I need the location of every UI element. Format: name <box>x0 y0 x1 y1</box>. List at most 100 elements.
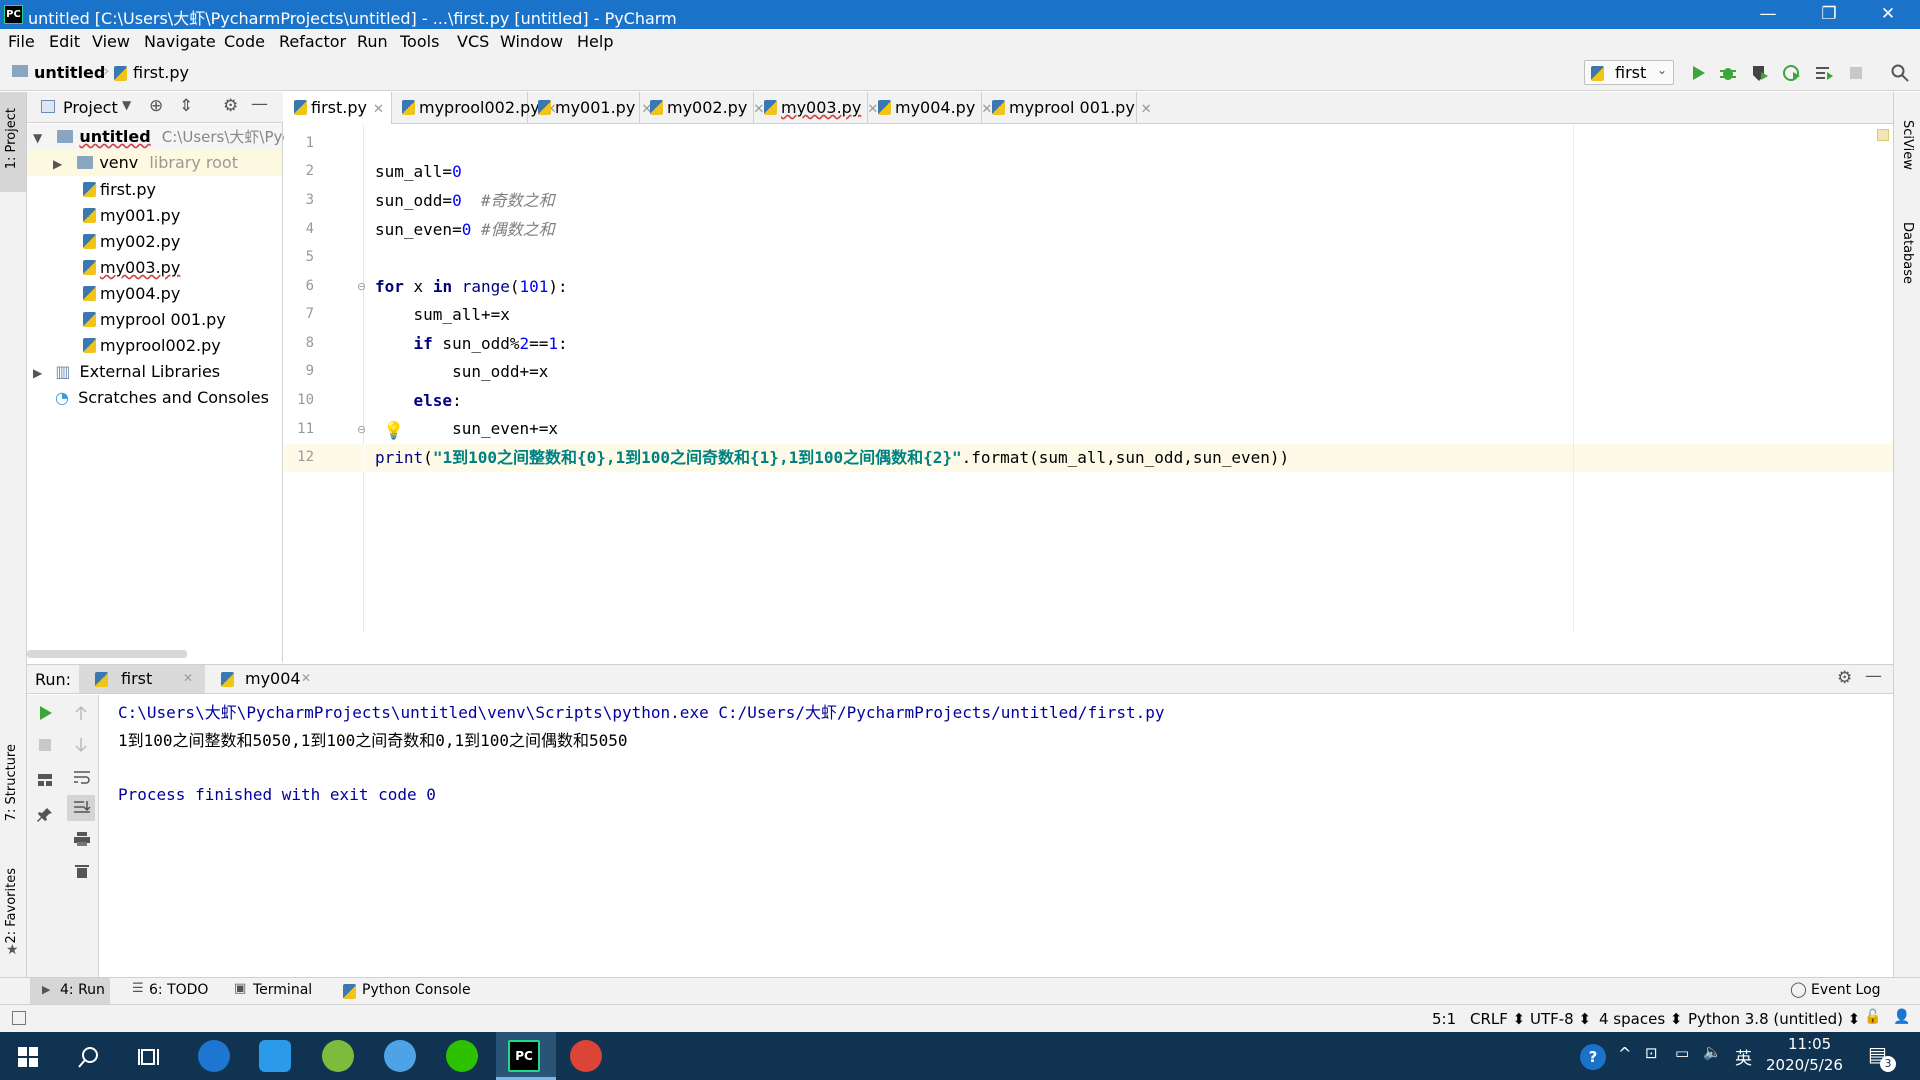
run-tab-first[interactable]: first ✕ <box>79 665 205 693</box>
soft-wrap-icon[interactable] <box>73 769 91 785</box>
run-tab-my004[interactable]: my004 ✕ <box>205 665 335 693</box>
concurrency-icon[interactable] <box>1815 64 1833 82</box>
tree-file[interactable]: my002.py <box>83 229 180 255</box>
menu-run[interactable]: Run <box>357 32 388 51</box>
rerun-icon[interactable] <box>37 705 53 721</box>
help-icon[interactable]: ? <box>1580 1044 1606 1070</box>
tool-tab-project[interactable]: 1: Project <box>4 108 19 169</box>
chevron-down-icon[interactable]: ▼ <box>122 98 131 112</box>
menu-file[interactable]: File <box>8 32 35 51</box>
breadcrumb-file[interactable]: first.py <box>133 63 189 82</box>
arrow-down-icon[interactable] <box>73 737 89 753</box>
collapse-all-icon[interactable]: ⇕ <box>179 96 193 116</box>
hide-panel-icon[interactable]: — <box>1865 666 1882 686</box>
python-interpreter[interactable]: Python 3.8 (untitled) ⬍ <box>1688 1010 1860 1028</box>
battery-icon[interactable]: ▭ <box>1675 1044 1689 1062</box>
close-icon[interactable]: ✕ <box>301 671 311 685</box>
stop-icon[interactable] <box>39 739 51 751</box>
close-icon[interactable]: ✕ <box>373 102 384 117</box>
chevron-up-icon[interactable]: ^ <box>1618 1044 1631 1063</box>
file-encoding[interactable]: UTF-8 ⬍ <box>1530 1010 1591 1028</box>
tree-file[interactable]: first.py <box>83 177 156 203</box>
tool-tab-favorites[interactable]: 2: Favorites <box>4 868 19 944</box>
menu-vcs[interactable]: VCS <box>457 32 489 51</box>
tab-first-py[interactable]: first.py ✕ <box>284 92 392 124</box>
indent-setting[interactable]: 4 spaces ⬍ <box>1599 1010 1682 1028</box>
event-log-button[interactable]: Event Log <box>1811 982 1881 998</box>
tool-button-run[interactable]: 4: Run <box>60 982 105 998</box>
menu-code[interactable]: Code <box>224 32 265 51</box>
tool-button-todo[interactable]: 6: TODO <box>149 982 208 998</box>
inspection-status-icon[interactable] <box>1877 129 1889 141</box>
lock-icon[interactable]: 🔓 <box>1864 1009 1881 1025</box>
search-icon[interactable] <box>1891 64 1909 82</box>
breadcrumb-project[interactable]: untitled <box>34 63 105 82</box>
tree-file[interactable]: my004.py <box>83 281 180 307</box>
tool-window-toggle-icon[interactable] <box>12 1011 26 1025</box>
clock-time[interactable]: 11:05 <box>1788 1035 1831 1053</box>
line-separator[interactable]: CRLF ⬍ <box>1470 1010 1525 1028</box>
tab-myprool-001-py[interactable]: myprool 001.py ✕ <box>982 92 1152 124</box>
tool-tab-sciview[interactable]: SciView <box>1900 120 1915 170</box>
run-config-select[interactable]: first ⌄ <box>1584 60 1674 85</box>
close-icon[interactable]: ✕ <box>183 671 193 685</box>
tree-root[interactable]: ▼ untitled C:\Users\大虾\Pycharm <box>27 124 330 150</box>
maximize-button[interactable]: ❐ <box>1800 0 1858 29</box>
menu-tools[interactable]: Tools <box>400 32 439 51</box>
coverage-icon[interactable] <box>1751 64 1769 82</box>
tab-my001-py[interactable]: my001.py ✕ <box>528 92 652 124</box>
menu-navigate[interactable]: Navigate <box>144 32 216 51</box>
tool-button-python-console[interactable]: Python Console <box>362 982 471 998</box>
wechat-icon[interactable] <box>446 1040 478 1072</box>
print-icon[interactable] <box>73 831 91 847</box>
arrow-up-icon[interactable] <box>73 705 89 721</box>
close-button[interactable]: ✕ <box>1859 0 1917 29</box>
tool-tab-database[interactable]: Database <box>1900 222 1915 284</box>
volume-icon[interactable]: 🔈 <box>1703 1043 1722 1061</box>
tool-tab-structure[interactable]: 7: Structure <box>4 744 19 821</box>
hide-panel-icon[interactable]: — <box>251 94 268 114</box>
caret-position[interactable]: 5:1 <box>1432 1010 1456 1028</box>
debug-icon[interactable] <box>1719 64 1737 82</box>
menu-window[interactable]: Window <box>500 32 563 51</box>
code-editor-app-icon[interactable] <box>322 1040 354 1072</box>
tab-myprool002-py[interactable]: myprool002.py ✕ <box>392 92 557 124</box>
tab-my004-py[interactable]: my004.py ✕ <box>868 92 992 124</box>
tree-external-libraries[interactable]: ▶ ▥ External Libraries <box>27 359 220 385</box>
tree-file[interactable]: myprool002.py <box>83 333 221 359</box>
search-icon[interactable] <box>78 1046 100 1068</box>
ime-indicator[interactable]: 英 <box>1735 1044 1752 1069</box>
paint-app-icon[interactable] <box>384 1040 416 1072</box>
scroll-to-end-icon[interactable] <box>73 799 91 817</box>
minimize-button[interactable]: — <box>1739 0 1797 29</box>
run-console[interactable]: C:\Users\大虾\PycharmProjects\untitled\ven… <box>100 695 1893 977</box>
locate-icon[interactable]: ⊕ <box>149 96 163 116</box>
inspector-icon[interactable]: 👤 <box>1893 1009 1910 1025</box>
menu-help[interactable]: Help <box>577 32 613 51</box>
tree-file[interactable]: my003.py <box>83 255 180 281</box>
horizontal-scrollbar[interactable] <box>27 650 187 658</box>
edge-browser-icon[interactable] <box>198 1040 230 1072</box>
gear-icon[interactable]: ⚙ <box>1837 668 1852 688</box>
stop-icon[interactable] <box>1850 67 1862 79</box>
windows-start-icon[interactable] <box>18 1047 38 1067</box>
run-icon[interactable] <box>1690 65 1706 81</box>
chrome-icon[interactable] <box>570 1040 602 1072</box>
gear-icon[interactable]: ⚙ <box>223 96 238 116</box>
task-view-icon[interactable] <box>138 1046 160 1068</box>
tab-my003-py[interactable]: my003.py ✕ <box>754 92 878 124</box>
menu-view[interactable]: View <box>92 32 130 51</box>
code-editor[interactable]: 💡 sum_all=0 sun_odd=0 #奇数之和 sun_even=0 #… <box>365 125 1893 633</box>
close-icon[interactable]: ✕ <box>1141 102 1152 117</box>
pycharm-taskbar-icon[interactable]: PC <box>508 1040 540 1072</box>
tree-file[interactable]: my001.py <box>83 203 180 229</box>
tree-file[interactable]: myprool 001.py <box>83 307 226 333</box>
tree-scratches[interactable]: ◔ Scratches and Consoles <box>27 385 269 411</box>
tab-my002-py[interactable]: my002.py ✕ <box>640 92 764 124</box>
layout-icon[interactable] <box>37 773 53 787</box>
menu-edit[interactable]: Edit <box>49 32 80 51</box>
pin-icon[interactable] <box>37 807 53 823</box>
bilibili-icon[interactable] <box>259 1040 291 1072</box>
trash-icon[interactable] <box>74 863 90 879</box>
profile-icon[interactable] <box>1783 64 1801 82</box>
